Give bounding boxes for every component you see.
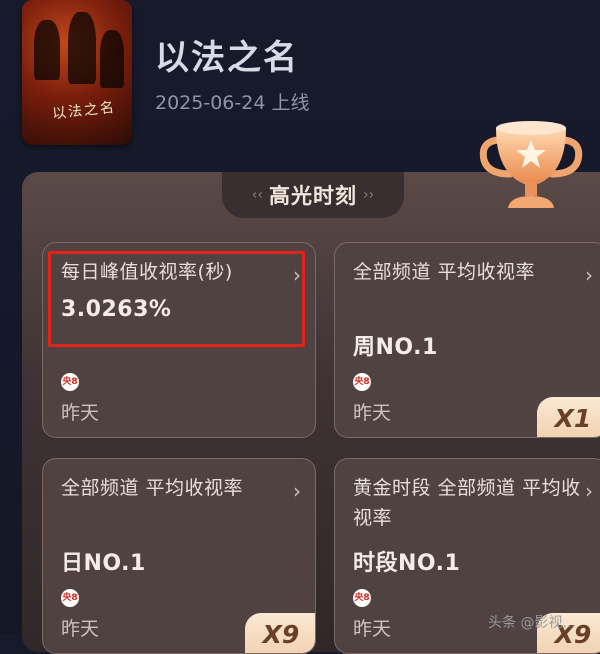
cctv8-logo-icon: 央8 [61, 373, 79, 391]
trophy-star-icon [479, 121, 583, 208]
card-time: 昨天 [353, 618, 392, 640]
poster-figure [68, 12, 96, 84]
poster-figure [100, 30, 124, 88]
card-title: 全部频道 平均收视率 [61, 477, 244, 499]
release-date: 2025-06-24 上线 [155, 92, 310, 114]
chevron-right-icon: › [585, 263, 593, 287]
card-value: 周NO.1 [353, 335, 438, 360]
card-title: 黄金时段 全部频道 平均收视率 [353, 477, 581, 529]
multiplier-badge: X1 [537, 397, 600, 437]
card-time: 昨天 [353, 402, 392, 424]
show-poster[interactable]: 以法之名 [22, 0, 132, 145]
card-time: 昨天 [61, 402, 100, 424]
section-header: ‹‹ 高光时刻 ›› [222, 172, 404, 218]
decor-chevrons-left-icon: ‹‹ [251, 187, 263, 203]
card-title: 全部频道 平均收视率 [353, 261, 536, 283]
cctv8-logo-icon: 央8 [353, 373, 371, 391]
poster-figure [34, 20, 60, 80]
chevron-right-icon: › [585, 479, 593, 503]
show-title: 以法之名 [155, 38, 299, 78]
section-title: 高光时刻 [269, 184, 357, 208]
watermark: 头条 @影视... [488, 615, 576, 631]
annotation-highlight-box [48, 251, 305, 347]
cctv8-logo-icon: 央8 [353, 589, 371, 607]
card-value: 日NO.1 [61, 551, 146, 576]
highlight-card-weekly-rank[interactable]: 全部频道 平均收视率 › 周NO.1 央8 昨天 X1 [334, 242, 600, 438]
poster-title-art: 以法之名 [51, 99, 117, 123]
decor-chevrons-right-icon: ›› [363, 187, 375, 203]
chevron-right-icon: › [293, 479, 301, 503]
card-value: 时段NO.1 [353, 551, 461, 576]
card-time: 昨天 [61, 618, 100, 640]
cctv8-logo-icon: 央8 [61, 589, 79, 607]
highlight-card-daily-rank[interactable]: 全部频道 平均收视率 › 日NO.1 央8 昨天 X9 [42, 458, 316, 654]
